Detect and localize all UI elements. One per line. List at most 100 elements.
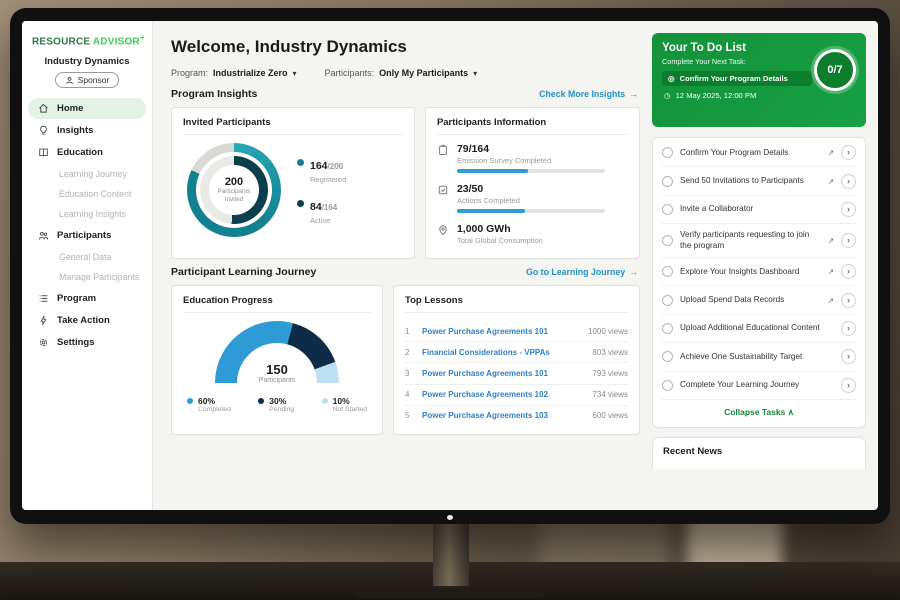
participants-select[interactable]: Participants: Only My Participants ▾	[325, 68, 478, 78]
task-checkbox[interactable]	[662, 266, 673, 277]
task-checkbox[interactable]	[662, 295, 673, 306]
lesson-rank: 1	[405, 327, 413, 336]
task-chevron-button[interactable]: ›	[841, 264, 856, 279]
collapse-tasks-link[interactable]: Collapse Tasks ∧	[662, 400, 856, 426]
external-link-icon: ↗	[828, 177, 834, 186]
lesson-views: 600 views	[592, 411, 628, 420]
task-row[interactable]: Confirm Your Program Details ↗ ›	[662, 139, 856, 167]
learning-cards-row: Education Progress 150 Participants	[171, 285, 640, 435]
sidebar-item-manage-participants[interactable]: Manage Participants	[22, 267, 152, 287]
chevron-right-icon: ›	[847, 147, 850, 157]
not-started-value: 10%	[333, 396, 367, 406]
global-consumption-label: Total Global Consumption	[457, 236, 543, 245]
sidebar-item-label: Education	[57, 147, 103, 158]
monitor-stand	[433, 522, 469, 588]
task-chevron-button[interactable]: ›	[841, 233, 856, 248]
participants-information-card: Participants Information 79/164 Emission…	[425, 107, 640, 259]
sidebar-item-general-data[interactable]: General Data	[22, 247, 152, 267]
task-row[interactable]: Complete Your Learning Journey ›	[662, 372, 856, 400]
task-chevron-button[interactable]: ›	[841, 202, 856, 217]
external-link-icon: ↗	[828, 236, 834, 245]
sidebar-item-settings[interactable]: Settings	[28, 332, 146, 353]
registered-dot-icon	[297, 159, 304, 166]
sidebar-item-home[interactable]: Home	[28, 98, 146, 119]
sidebar-item-label: Program	[57, 293, 96, 304]
sidebar-item-program[interactable]: Program	[28, 288, 146, 309]
action-bolt-icon	[38, 315, 49, 326]
task-row[interactable]: Achieve One Sustainability Target ›	[662, 343, 856, 371]
lesson-views: 803 views	[592, 348, 628, 357]
lesson-link[interactable]: Power Purchase Agreements 103	[422, 411, 583, 420]
chevron-right-icon: ›	[847, 204, 850, 214]
lesson-link[interactable]: Power Purchase Agreements 101	[422, 369, 583, 378]
task-row[interactable]: Verify participants requesting to join t…	[662, 224, 856, 258]
task-checkbox[interactable]	[662, 351, 673, 362]
task-checkbox[interactable]	[662, 147, 673, 158]
sidebar: RESOURCE ADVISOR+ Industry Dynamics Spon…	[22, 21, 153, 510]
todo-due-label: 12 May 2025, 12:00 PM	[676, 91, 757, 100]
app-logo: RESOURCE ADVISOR+	[22, 31, 152, 53]
task-row[interactable]: Upload Spend Data Records ↗ ›	[662, 286, 856, 314]
lesson-link[interactable]: Power Purchase Agreements 101	[422, 327, 579, 336]
sidebar-item-take-action[interactable]: Take Action	[28, 310, 146, 331]
lesson-link[interactable]: Financial Considerations - VPPAs	[422, 348, 583, 357]
check-more-insights-link[interactable]: Check More Insights →	[539, 89, 638, 99]
sidebar-item-education-content[interactable]: Education Content	[22, 184, 152, 204]
program-select-label: Program:	[171, 68, 208, 78]
program-insights-title: Program Insights	[171, 88, 257, 100]
todo-next-task[interactable]: ◎ Confirm Your Program Details	[662, 71, 812, 86]
sidebar-item-label: Settings	[57, 337, 94, 348]
invited-participants-card: Invited Participants 200 Participants In…	[171, 107, 415, 259]
sidebar-item-insights[interactable]: Insights	[28, 120, 146, 141]
program-select[interactable]: Program: Industrialize Zero ▾	[171, 68, 297, 78]
external-link-icon: ↗	[828, 267, 834, 276]
task-label: Upload Spend Data Records	[680, 295, 821, 305]
chevron-down-icon: ▾	[293, 69, 297, 78]
participants-information-title: Participants Information	[437, 117, 628, 135]
task-checkbox[interactable]	[662, 235, 673, 246]
task-chevron-button[interactable]: ›	[841, 321, 856, 336]
task-chevron-button[interactable]: ›	[841, 349, 856, 364]
actions-completed-value: 23/50	[457, 183, 605, 195]
todo-column: Your To Do List Complete Your Next Task:…	[650, 21, 878, 510]
task-checkbox[interactable]	[662, 204, 673, 215]
lesson-link[interactable]: Power Purchase Agreements 102	[422, 390, 583, 399]
task-chevron-button[interactable]: ›	[841, 293, 856, 308]
sidebar-item-label: Participants	[57, 230, 111, 241]
task-chevron-button[interactable]: ›	[841, 145, 856, 160]
sidebar-item-learning-insights[interactable]: Learning Insights	[22, 204, 152, 224]
people-icon	[38, 230, 49, 241]
lightbulb-icon	[38, 125, 49, 136]
person-icon	[65, 76, 74, 85]
task-row[interactable]: Upload Additional Educational Content ›	[662, 315, 856, 343]
task-checkbox[interactable]	[662, 380, 673, 391]
sidebar-item-participants[interactable]: Participants	[28, 225, 146, 246]
task-label: Explore Your Insights Dashboard	[680, 267, 821, 277]
task-row[interactable]: Invite a Collaborator ›	[662, 196, 856, 224]
task-row[interactable]: Send 50 Invitations to Participants ↗ ›	[662, 167, 856, 195]
registered-suffix: /200	[328, 162, 344, 171]
go-to-learning-journey-link[interactable]: Go to Learning Journey →	[526, 267, 638, 277]
sidebar-item-education[interactable]: Education	[28, 142, 146, 163]
monitor-bezel: RESOURCE ADVISOR+ Industry Dynamics Spon…	[10, 8, 890, 524]
collapse-up-icon: ∧	[788, 407, 794, 417]
gauge-center-label: Participants	[215, 377, 339, 384]
task-chevron-button[interactable]: ›	[841, 378, 856, 393]
legend-not-started: 10% Not Started	[322, 396, 367, 413]
invited-participants-donut-chart: 200 Participants Invited	[187, 143, 281, 237]
task-row[interactable]: Explore Your Insights Dashboard ↗ ›	[662, 258, 856, 286]
lesson-rank: 3	[405, 369, 413, 378]
not-started-dot-icon	[322, 398, 328, 404]
completed-dot-icon	[187, 398, 193, 404]
task-chevron-button[interactable]: ›	[841, 174, 856, 189]
lesson-row: 3 Power Purchase Agreements 101 793 view…	[405, 363, 628, 384]
donut-legend: 164/200 Registered 84/164 Active	[297, 156, 346, 225]
checklist-icon	[437, 184, 449, 196]
pending-value: 30%	[269, 396, 294, 406]
task-checkbox[interactable]	[662, 176, 673, 187]
stat-emission-survey: 79/164 Emission Survey Completed	[437, 143, 628, 173]
task-checkbox[interactable]	[662, 323, 673, 334]
participants-select-value: Only My Participants	[379, 68, 468, 78]
sidebar-item-learning-journey[interactable]: Learning Journey	[22, 164, 152, 184]
chevron-right-icon: ›	[847, 235, 850, 245]
